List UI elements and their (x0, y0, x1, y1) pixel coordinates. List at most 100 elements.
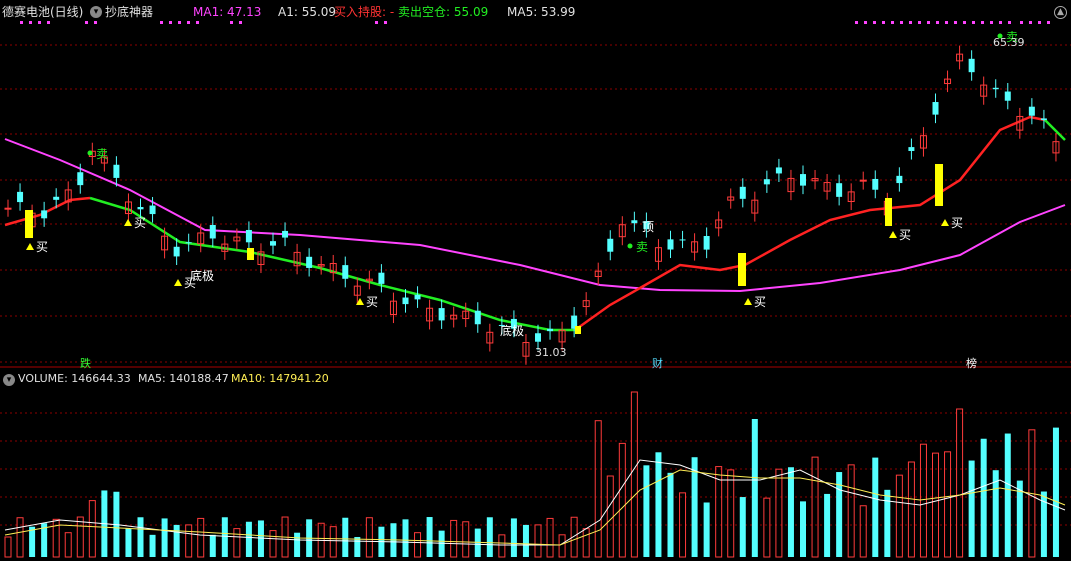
volume-bar (365, 517, 373, 558)
candle (270, 232, 276, 255)
candle (691, 233, 699, 261)
candle (522, 333, 530, 365)
candle (775, 158, 782, 182)
trend-green-segment (1044, 119, 1066, 141)
volume-bar (968, 460, 975, 557)
event-marker-bang[interactable]: 榜 (966, 355, 977, 371)
candle-body (547, 328, 554, 332)
candle-body (775, 167, 782, 174)
volume-bar (88, 500, 96, 558)
volume-bar (354, 536, 361, 557)
candles-group (4, 45, 1060, 365)
signal-dot (1008, 21, 1011, 24)
volume-bar (606, 475, 614, 558)
volume-bar (751, 419, 758, 557)
signal-dot (990, 21, 993, 24)
volume-bar (944, 451, 952, 558)
candle-body (859, 179, 867, 182)
event-marker-cai[interactable]: 财 (652, 355, 663, 371)
signal-dot (38, 21, 41, 24)
signal-dot (1047, 21, 1050, 24)
candle (462, 302, 470, 328)
signal-dot (239, 21, 242, 24)
candle-body (992, 87, 999, 90)
volume-bar (546, 517, 554, 558)
candle (679, 230, 686, 249)
signal-dot (918, 21, 921, 24)
volume-bar (907, 461, 915, 558)
buy-label: 买 (36, 240, 48, 254)
candle (317, 255, 325, 275)
candle (667, 230, 674, 259)
candle (1028, 98, 1035, 125)
candle (956, 45, 964, 70)
signal-dot (1020, 21, 1023, 24)
candle (607, 230, 614, 261)
volume-bar (534, 524, 542, 558)
signal-bar (247, 248, 254, 260)
candle (919, 127, 927, 157)
candle (41, 201, 48, 227)
candle-body (800, 174, 806, 186)
sell-dot-icon (627, 243, 633, 249)
volume-bar (329, 526, 337, 558)
candle-body (149, 205, 156, 215)
candle-body (763, 179, 770, 185)
candle (896, 167, 903, 192)
ma1-readout: MA1: 47.13 (193, 5, 262, 19)
volume-bar (992, 470, 999, 557)
collapse-icon[interactable]: ▲ (1054, 6, 1067, 19)
indicator-dropdown-icon[interactable]: ▾ (90, 6, 102, 18)
volume-dropdown-icon[interactable]: ▾ (3, 374, 15, 386)
candle (836, 174, 843, 206)
candle-body (932, 102, 939, 115)
candle (1052, 133, 1060, 162)
volume-bar (703, 502, 710, 557)
candle-body (739, 186, 746, 199)
sell-flat-readout: 卖出空仓: 55.09 (398, 5, 489, 19)
signal-dot (891, 21, 894, 24)
bottom-label: 底极 (190, 268, 214, 283)
volume-bar (269, 530, 277, 558)
volume-bar (895, 474, 903, 558)
volume-bar (342, 517, 349, 557)
candle (547, 320, 554, 340)
candle-body (968, 58, 975, 73)
volume-bar (486, 517, 493, 557)
volume-bar (884, 489, 891, 557)
candle-body (245, 229, 252, 243)
signal-dot (927, 21, 930, 24)
signal-dot (999, 21, 1002, 24)
volume-bars-group (4, 391, 1059, 558)
volume-bar (402, 519, 409, 557)
candle-body (667, 239, 674, 250)
candle-body (53, 196, 60, 200)
candle (847, 183, 855, 211)
volume-bar (824, 493, 831, 557)
stock-title: 德赛电池(日线) (2, 5, 84, 19)
volume-bar (1052, 427, 1059, 557)
volume-bar (450, 519, 458, 558)
volume-bar (630, 391, 638, 558)
buy-arrow-icon (26, 243, 34, 250)
candle (209, 216, 216, 248)
buy-label: 买 (754, 295, 766, 309)
kline-chart[interactable]: 买买买买 买买买卖卖卖顶底极底极 (0, 0, 1071, 561)
signal-dot (873, 21, 876, 24)
signal-dot (1038, 21, 1041, 24)
candle (739, 178, 746, 208)
candle-body (438, 308, 445, 321)
signal-bar (575, 326, 581, 334)
volume-bar (739, 497, 746, 557)
candle (582, 292, 590, 316)
candle (823, 173, 831, 200)
indicator-name[interactable]: 抄底神器 (105, 2, 153, 22)
candle (618, 216, 626, 246)
volume-bar (618, 442, 626, 558)
buy-arrow-icon (744, 298, 752, 305)
candle-body (908, 147, 915, 151)
sell-label: 卖 (636, 240, 648, 254)
event-marker-die[interactable]: 跌 (80, 355, 91, 371)
signal-dot (187, 21, 190, 24)
volume-bar (221, 517, 228, 557)
